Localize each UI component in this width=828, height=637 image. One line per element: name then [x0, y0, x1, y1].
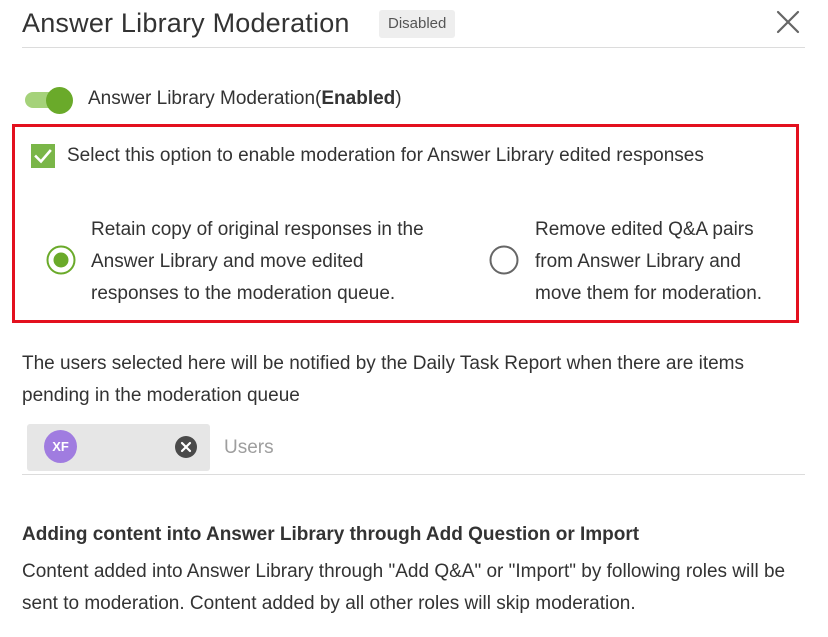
retain-copy-label-line-2: Answer Library and move edited	[91, 251, 364, 272]
retain-copy-label-line-1: Retain copy of original responses in the	[91, 219, 424, 240]
radio-unselected-icon	[489, 245, 519, 275]
notify-description: The users selected here will be notified…	[22, 353, 745, 406]
toggle-state: Enabled	[321, 88, 396, 109]
edit-moderation-panel: Select this option to enable moderation …	[12, 124, 799, 323]
avatar: XF	[44, 430, 77, 463]
close-icon	[776, 10, 800, 34]
users-search-input[interactable]	[222, 433, 626, 463]
toggle-label-text: Answer Library Moderation	[88, 88, 316, 109]
remove-edited-label-line-1: Remove edited Q&A pairs	[535, 219, 754, 240]
add-content-description: Content added into Answer Library throug…	[22, 561, 786, 614]
enable-edit-moderation-checkbox[interactable]	[31, 144, 55, 168]
radio-selected-icon	[46, 245, 76, 275]
modal-header: Answer Library Moderation Disabled	[22, 0, 805, 48]
add-content-heading: Adding content into Answer Library throu…	[22, 524, 640, 545]
close-circle-icon	[175, 436, 197, 458]
user-chip: XF	[27, 424, 210, 471]
moderation-toggle[interactable]	[25, 87, 73, 114]
toggle-state-close-paren: )	[395, 88, 402, 109]
checkmark-icon	[34, 149, 52, 164]
remove-edited-label-line-2: from Answer Library and	[535, 251, 741, 272]
status-badge: Disabled	[379, 10, 456, 38]
toggle-knob	[46, 87, 73, 114]
retain-copy-label-line-3: responses to the moderation queue.	[91, 283, 396, 304]
close-button[interactable]	[774, 8, 802, 36]
enable-edit-moderation-label: Select this option to enable moderation …	[67, 145, 704, 166]
moderation-toggle-label: Answer Library Moderation(Enabled)	[88, 88, 402, 110]
page-title: Answer Library Moderation	[22, 8, 350, 38]
remove-edited-label-line-3: move them for moderation.	[535, 283, 763, 304]
users-select-field[interactable]: XF	[22, 424, 805, 475]
remove-user-button[interactable]	[175, 436, 197, 458]
